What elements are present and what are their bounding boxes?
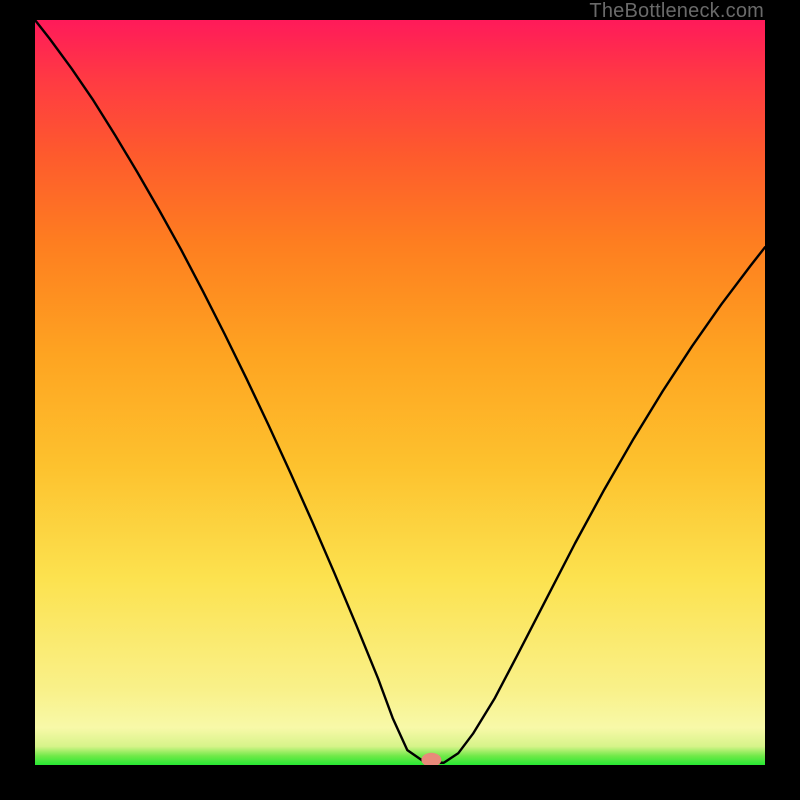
plot-area — [35, 20, 765, 765]
chart-container: TheBottleneck.com — [0, 0, 800, 800]
optimal-point-marker — [421, 753, 441, 765]
curve-svg — [35, 20, 765, 765]
bottleneck-curve — [35, 20, 765, 763]
